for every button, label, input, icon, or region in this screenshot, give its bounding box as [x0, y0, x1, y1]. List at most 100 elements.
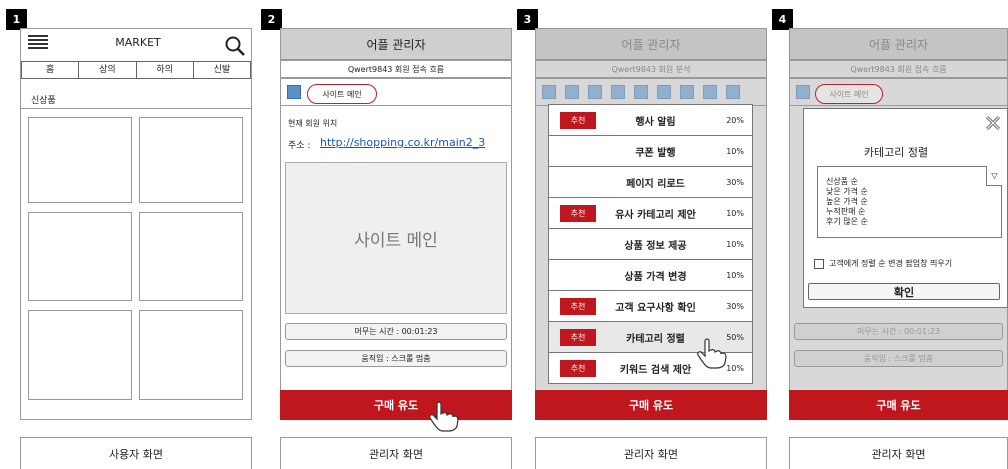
dropdown-item[interactable]: 상품 정보 제공 10%	[549, 229, 752, 260]
flow-node[interactable]	[680, 85, 694, 99]
step-number-3: 3	[517, 9, 538, 30]
dropdown-item-label: 상품 가격 변경	[624, 271, 687, 283]
stay-time-text: 머무는 시간 : 00:01:23	[354, 327, 438, 336]
dropdown-item-percent: 10%	[726, 270, 744, 280]
bubble-text: 사이트 메인	[829, 89, 869, 99]
admin-header-text: 어플 관리자	[868, 37, 928, 52]
member-flow-header: Qwert9843 회원 접속 흐름	[280, 60, 512, 78]
admin-header: 어플 관리자	[535, 28, 767, 60]
product-thumbnail[interactable]	[28, 117, 132, 203]
sort-option[interactable]: 누적판매 순	[826, 207, 1001, 217]
step-number-2: 2	[261, 9, 282, 30]
tab-tops[interactable]: 상의	[79, 62, 137, 78]
purchase-induce-button[interactable]: 구매 유도	[535, 390, 767, 420]
member-flow-header: Qwert9843 회원 접속 흐름	[789, 60, 1008, 78]
sort-option[interactable]: 높은 가격 순	[826, 197, 1001, 207]
page-node[interactable]	[287, 85, 301, 99]
hand-pointer-icon	[429, 401, 459, 432]
site-main-preview: 사이트 메인	[285, 162, 507, 314]
tab-home[interactable]: 홈	[22, 62, 80, 78]
dropdown-item-percent: 20%	[726, 115, 744, 125]
sort-option[interactable]: 후기 많은 순	[826, 217, 1001, 227]
dropdown-arrow-icon[interactable]: ▽	[986, 166, 1002, 186]
caption-admin-screen-3: 관리자 화면	[535, 437, 767, 469]
product-thumbnail[interactable]	[139, 310, 243, 400]
dropdown-item-percent: 10%	[726, 146, 744, 156]
motion-text: 움직임 : 스크롤 멈춤	[863, 354, 934, 363]
motion-badge: 움직임 : 스크롤 멈춤	[794, 350, 1003, 367]
confirm-button[interactable]: 확인	[808, 283, 1000, 300]
dropdown-item[interactable]: 추천 유사 카테고리 제안 10%	[549, 198, 752, 229]
step-number-1: 1	[6, 9, 27, 30]
dropdown-item-label: 행사 알림	[635, 116, 676, 128]
admin-header-text: 어플 관리자	[366, 37, 426, 52]
flow-node[interactable]	[565, 85, 579, 99]
dropdown-item-label: 유사 카테고리 제안	[615, 209, 696, 221]
bubble-text: 사이트 메인	[322, 89, 362, 99]
flow-node[interactable]	[588, 85, 602, 99]
recommend-badge: 추천	[560, 329, 596, 346]
category-tabs: 홈 상의 하의 신발	[21, 61, 251, 79]
modal-title: 카테고리 정렬	[863, 146, 929, 159]
member-analysis-text: Qwert9843 회원 분석	[611, 64, 691, 74]
hamburger-icon[interactable]	[28, 35, 48, 52]
sort-option[interactable]: 신상품 순	[826, 177, 1001, 187]
member-analysis-header: Qwert9843 회원 분석	[535, 60, 767, 78]
page-node[interactable]	[796, 85, 810, 99]
flow-node[interactable]	[634, 85, 648, 99]
dropdown-item[interactable]: 추천 고객 요구사항 확인 30%	[549, 291, 752, 322]
dropdown-item-label: 고객 요구사항 확인	[615, 302, 696, 314]
tab-shoes[interactable]: 신발	[194, 62, 250, 78]
stay-time-text: 머무는 시간 : 00:01:23	[856, 327, 941, 336]
site-main-bubble[interactable]: 사이트 메인	[307, 84, 377, 104]
step-number-4: 4	[772, 9, 793, 30]
purchase-induce-text: 구매 유도	[373, 399, 419, 412]
address-link[interactable]: http://shopping.co.kr/main2_3	[320, 136, 485, 149]
close-icon[interactable]	[984, 114, 1002, 132]
site-main-bubble[interactable]: 사이트 메인	[815, 84, 883, 104]
motion-badge: 움직임 : 스크롤 멈춤	[285, 350, 507, 367]
dropdown-item-label: 상품 정보 제공	[624, 240, 687, 252]
flow-node[interactable]	[726, 85, 740, 99]
recommend-badge: 추천	[560, 112, 596, 129]
member-flow-text: Qwert9843 회원 접속 흐름	[347, 64, 445, 74]
search-icon[interactable]	[224, 35, 246, 57]
stay-time-badge: 머무는 시간 : 00:01:23	[794, 323, 1003, 340]
flow-node[interactable]	[703, 85, 717, 99]
dropdown-item-percent: 30%	[726, 177, 744, 187]
sort-options-list[interactable]: 신상품 순 낮은 가격 순 높은 가격 순 누적판매 순 후기 많은 순	[817, 166, 1002, 238]
purchase-induce-button[interactable]: 구매 유도	[280, 390, 512, 420]
stay-time-badge: 머무는 시간 : 00:01:23	[285, 323, 507, 340]
dropdown-item[interactable]: 페이지 리로드 30%	[549, 167, 752, 198]
popup-checkbox[interactable]	[814, 259, 824, 269]
confirm-button-text: 확인	[893, 285, 915, 299]
address-label: 주소 :	[288, 141, 311, 151]
dropdown-item[interactable]: 상품 가격 변경 10%	[549, 260, 752, 291]
dropdown-item-label: 페이지 리로드	[626, 178, 685, 190]
flow-node[interactable]	[611, 85, 625, 99]
product-thumbnail[interactable]	[139, 117, 243, 203]
product-thumbnail[interactable]	[28, 310, 132, 400]
flow-node[interactable]	[657, 85, 671, 99]
tab-bottoms[interactable]: 하의	[137, 62, 194, 78]
purchase-induce-text: 구매 유도	[628, 399, 674, 412]
motion-text: 움직임 : 스크롤 멈춤	[361, 354, 431, 363]
hand-pointer-icon	[697, 338, 727, 369]
dropdown-item[interactable]: 추천 행사 알림 20%	[549, 105, 752, 136]
recommend-badge: 추천	[560, 205, 596, 222]
recommend-badge: 추천	[560, 360, 596, 377]
product-thumbnail[interactable]	[28, 212, 132, 301]
member-flow-text: Qwert9843 회원 접속 흐름	[850, 64, 947, 74]
popup-checkbox-label: 고객에게 정렬 순 변경 팝업창 띄우기	[829, 259, 953, 268]
dropdown-item[interactable]: 쿠폰 발행 10%	[549, 136, 752, 167]
app-title: MARKET	[115, 36, 161, 49]
section-label: 신상품	[31, 96, 56, 106]
caption-user-screen: 사용자 화면	[20, 437, 252, 469]
admin-header: 어플 관리자	[789, 28, 1008, 60]
divider	[21, 108, 251, 109]
sort-option[interactable]: 낮은 가격 순	[826, 187, 1001, 197]
purchase-induce-button[interactable]: 구매 유도	[789, 390, 1008, 420]
preview-text: 사이트 메인	[354, 230, 438, 251]
product-thumbnail[interactable]	[139, 212, 243, 301]
flow-node[interactable]	[542, 85, 556, 99]
